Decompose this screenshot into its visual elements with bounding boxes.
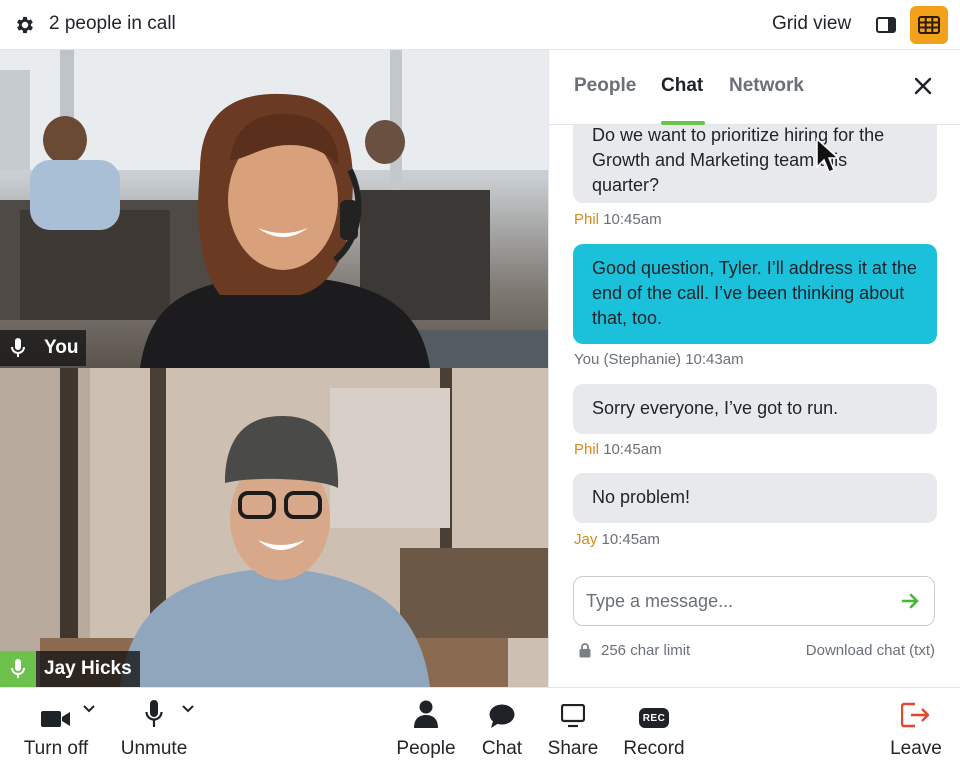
camera-button[interactable]: Turn off xyxy=(18,688,94,774)
chat-message: Sorry everyone, I’ve got to run. xyxy=(573,384,937,434)
leave-label: Leave xyxy=(890,738,942,759)
video-camera-icon xyxy=(41,711,70,727)
screen-share-icon xyxy=(561,704,585,728)
grid-view-button[interactable] xyxy=(910,6,948,44)
message-time: 10:45am xyxy=(603,441,662,458)
mouse-pointer-icon xyxy=(816,137,839,173)
message-time: 10:45am xyxy=(603,211,662,228)
rec-icon: REC xyxy=(639,708,669,728)
download-chat-link[interactable]: Download chat (txt) xyxy=(806,642,935,659)
participant-count: 2 people in call xyxy=(49,13,176,34)
share-label: Share xyxy=(547,738,599,759)
tab-network[interactable]: Network xyxy=(729,75,804,97)
message-time: 10:43am xyxy=(685,351,744,368)
participant-name-tag: Jay Hicks xyxy=(0,651,140,687)
people-button[interactable]: People xyxy=(392,688,460,774)
sidebar-layout-icon xyxy=(876,17,896,33)
grid-layout-icon xyxy=(918,16,940,34)
side-panel: People Chat Network Do we want to priori… xyxy=(548,50,960,687)
microphone-icon xyxy=(145,700,163,727)
message-input[interactable] xyxy=(586,587,886,615)
camera-label: Turn off xyxy=(23,738,89,759)
microphone-icon xyxy=(0,330,36,366)
message-meta: Phil 10:45am xyxy=(574,441,662,458)
participant-video-feed xyxy=(0,368,548,687)
top-bar: 2 people in call Grid view xyxy=(0,0,960,50)
chat-button[interactable]: Chat xyxy=(476,688,528,774)
sidebar-view-button[interactable] xyxy=(868,7,904,43)
mute-button[interactable]: Unmute xyxy=(116,688,192,774)
tab-people[interactable]: People xyxy=(574,75,636,97)
microphone-icon xyxy=(0,651,36,687)
participant-name: You xyxy=(44,337,79,358)
panel-tabs: People Chat Network xyxy=(549,50,960,125)
video-grid: You Jay Hicks xyxy=(0,50,548,687)
chat-message: Good question, Tyler. I’ll address it at… xyxy=(573,244,937,344)
message-meta: You (Stephanie) 10:43am xyxy=(574,351,744,368)
chevron-down-icon[interactable] xyxy=(82,704,96,714)
message-author: Jay xyxy=(574,531,598,548)
message-author: Phil xyxy=(574,441,600,458)
rec-badge: REC xyxy=(642,712,666,724)
leave-button[interactable]: Leave xyxy=(886,688,946,774)
gear-icon[interactable] xyxy=(14,14,36,36)
message-author: Phil xyxy=(574,211,600,228)
lock-icon xyxy=(579,643,591,658)
record-label: Record xyxy=(623,738,685,759)
chat-bubble-icon xyxy=(489,704,515,728)
chat-label: Chat xyxy=(481,738,523,759)
close-icon[interactable] xyxy=(911,74,935,98)
participant-video-feed xyxy=(0,50,548,368)
person-icon xyxy=(414,700,438,728)
chat-message: No problem! xyxy=(573,473,937,523)
share-button[interactable]: Share xyxy=(542,688,604,774)
record-button[interactable]: REC Record xyxy=(620,688,688,774)
char-limit-text: 256 char limit xyxy=(601,642,691,659)
chat-message: Do we want to prioritize hiring for the … xyxy=(573,125,937,203)
bottom-toolbar: Turn off Unmute People Chat Share REC Re… xyxy=(0,687,960,774)
people-label: People xyxy=(396,738,456,759)
chevron-down-icon[interactable] xyxy=(181,704,195,714)
mute-label: Unmute xyxy=(120,738,188,759)
message-input-box xyxy=(573,576,935,626)
message-meta: Jay 10:45am xyxy=(574,531,660,548)
message-time: 10:45am xyxy=(601,531,660,548)
participant-name-tag: You xyxy=(0,330,87,366)
video-tile-self[interactable]: You xyxy=(0,50,548,368)
char-limit: 256 char limit xyxy=(579,642,690,659)
participant-name: Jay Hicks xyxy=(44,658,132,679)
message-meta: Phil 10:45am xyxy=(574,211,662,228)
message-author: You (Stephanie) xyxy=(574,351,682,368)
tab-chat[interactable]: Chat xyxy=(661,75,703,97)
view-mode-label: Grid view xyxy=(772,13,852,34)
arrow-right-icon[interactable] xyxy=(900,590,922,612)
chat-messages[interactable]: Do we want to prioritize hiring for the … xyxy=(549,125,960,575)
video-tile-jay[interactable]: Jay Hicks xyxy=(0,368,548,687)
exit-icon xyxy=(901,702,930,728)
